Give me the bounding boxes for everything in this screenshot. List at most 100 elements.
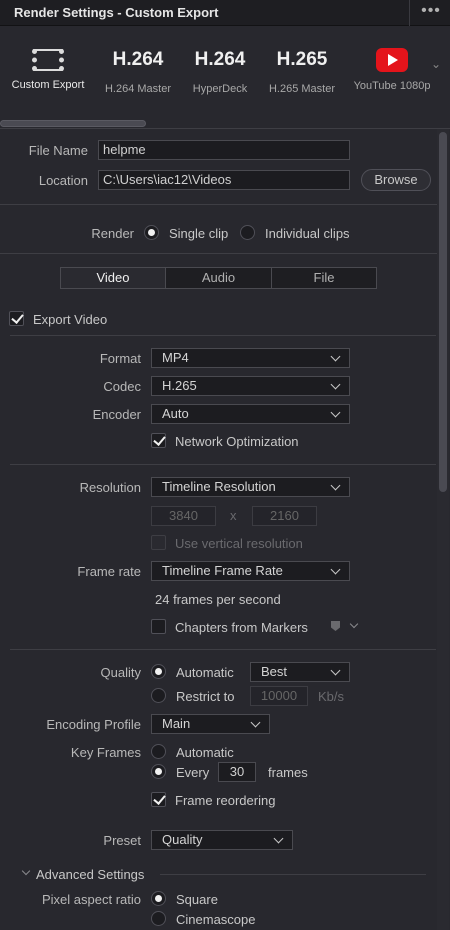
preset-codec-text: H.264 xyxy=(112,49,164,70)
chevron-down-icon xyxy=(330,407,341,418)
quality-restrict-label: Restrict to xyxy=(176,689,235,704)
codec-dropdown[interactable]: H.265 xyxy=(151,376,350,396)
title-divider xyxy=(409,0,410,26)
quality-automatic-radio[interactable] xyxy=(151,664,166,679)
network-optimization-checkbox[interactable] xyxy=(151,433,166,448)
browse-button[interactable]: Browse xyxy=(361,169,431,191)
fps-text: 24 frames per second xyxy=(155,592,281,607)
quality-restrict-radio[interactable] xyxy=(151,688,166,703)
resolution-width-input[interactable]: 3840 xyxy=(151,506,216,526)
par-cinemascope-label: Cinemascope xyxy=(176,912,256,927)
divider xyxy=(160,874,426,875)
window-title: Render Settings - Custom Export xyxy=(14,5,219,20)
export-video-label: Export Video xyxy=(33,312,108,327)
preset-label: H.264 Master xyxy=(104,83,172,95)
divider xyxy=(0,128,450,129)
chevron-down-icon xyxy=(330,351,341,362)
chevron-down-icon[interactable] xyxy=(21,866,31,876)
chapters-label: Chapters from Markers xyxy=(175,620,308,635)
divider xyxy=(10,335,436,336)
format-label: Format xyxy=(99,351,141,366)
tab-file[interactable]: File xyxy=(272,268,376,288)
frame-rate-dropdown[interactable]: Timeline Frame Rate xyxy=(151,561,350,581)
preset-hyperdeck[interactable]: H.264 HyperDeck xyxy=(183,45,257,95)
divider xyxy=(10,649,436,650)
preset-label: Custom Export xyxy=(11,79,85,91)
youtube-icon xyxy=(376,48,408,72)
export-video-checkbox[interactable] xyxy=(9,311,24,326)
tab-audio[interactable]: Audio xyxy=(166,268,271,288)
preset-label: YouTube 1080p xyxy=(353,80,431,92)
advanced-settings-toggle[interactable]: Advanced Settings xyxy=(36,867,144,882)
encoding-profile-label: Encoding Profile xyxy=(46,717,141,732)
divider xyxy=(0,204,437,205)
resolution-height-input[interactable]: 2160 xyxy=(252,506,317,526)
quality-automatic-label: Automatic xyxy=(176,665,234,680)
par-cinemascope-radio[interactable] xyxy=(151,911,166,926)
chevron-down-icon[interactable] xyxy=(349,619,359,629)
preset-scrollbar[interactable] xyxy=(0,120,146,127)
file-name-label: File Name xyxy=(28,143,88,158)
resolution-dropdown[interactable]: Timeline Resolution xyxy=(151,477,350,497)
par-square-radio[interactable] xyxy=(151,891,166,906)
preset-h264-master[interactable]: H.264 H.264 Master xyxy=(100,45,176,95)
single-clip-radio[interactable] xyxy=(144,225,159,240)
preset-h265-master[interactable]: H.265 H.265 Master xyxy=(264,45,340,95)
chevron-down-icon xyxy=(330,564,341,575)
vertical-scrollbar[interactable] xyxy=(439,132,447,492)
chevron-down-icon xyxy=(250,717,261,728)
chevron-down-icon xyxy=(330,665,341,676)
resolution-value: Timeline Resolution xyxy=(162,479,276,494)
bitrate-input[interactable]: 10000 xyxy=(250,686,308,706)
chapters-checkbox[interactable] xyxy=(151,619,166,634)
individual-clips-radio[interactable] xyxy=(240,225,255,240)
preset-dropdown[interactable]: Quality xyxy=(151,830,293,850)
quality-label: Quality xyxy=(100,665,141,680)
file-name-input[interactable]: helpme xyxy=(98,140,350,160)
frame-reordering-label: Frame reordering xyxy=(175,793,276,808)
preset-youtube[interactable]: YouTube 1080p xyxy=(349,45,435,92)
vertical-resolution-label: Use vertical resolution xyxy=(175,536,303,551)
preset-label: H.265 Master xyxy=(268,83,336,95)
encoding-profile-dropdown[interactable]: Main xyxy=(151,714,270,734)
bitrate-unit-label: Kb/s xyxy=(318,689,345,704)
encoder-dropdown[interactable]: Auto xyxy=(151,404,350,424)
pixel-aspect-ratio-label: Pixel aspect ratio xyxy=(42,892,141,907)
preset-codec-text: H.265 xyxy=(276,49,328,70)
key-frames-label: Key Frames xyxy=(70,745,141,760)
codec-label: Codec xyxy=(103,379,141,394)
divider xyxy=(10,464,436,465)
vertical-resolution-checkbox[interactable] xyxy=(151,535,166,550)
resolution-label: Resolution xyxy=(79,480,141,495)
encoding-profile-value: Main xyxy=(162,716,191,731)
ellipsis-icon[interactable]: ••• xyxy=(416,2,446,22)
encoder-label: Encoder xyxy=(92,407,141,422)
par-square-label: Square xyxy=(176,892,218,907)
title-bar: Render Settings - Custom Export ••• xyxy=(0,0,450,26)
settings-tabs: Video Audio File xyxy=(60,267,377,289)
keyframes-automatic-radio[interactable] xyxy=(151,744,166,759)
keyframes-every-input[interactable]: 30 xyxy=(218,762,256,782)
chevron-down-icon xyxy=(273,833,284,844)
format-dropdown[interactable]: MP4 xyxy=(151,348,350,368)
codec-value: H.265 xyxy=(162,378,197,393)
preset-custom-export[interactable]: Custom Export xyxy=(4,45,92,91)
chevron-down-icon[interactable]: ⌄ xyxy=(431,57,441,71)
frame-rate-label: Frame rate xyxy=(77,564,141,579)
quality-level-value: Best xyxy=(261,664,288,679)
keyframes-every-label: Every xyxy=(176,765,210,780)
chevron-down-icon xyxy=(330,379,341,390)
quality-level-dropdown[interactable]: Best xyxy=(250,662,350,682)
keyframes-every-radio[interactable] xyxy=(151,764,166,779)
keyframes-automatic-label: Automatic xyxy=(176,745,234,760)
location-input[interactable]: C:\Users\iac12\Videos xyxy=(98,170,350,190)
frame-reordering-checkbox[interactable] xyxy=(151,792,166,807)
individual-clips-label: Individual clips xyxy=(265,226,350,241)
chevron-down-icon xyxy=(330,480,341,491)
tab-video[interactable]: Video xyxy=(61,268,165,288)
resolution-x-label: x xyxy=(230,508,237,523)
marker-icon[interactable] xyxy=(331,621,340,631)
frame-rate-value: Timeline Frame Rate xyxy=(162,563,283,578)
preset-codec-text: H.264 xyxy=(194,49,246,70)
preset-label: Preset xyxy=(103,833,141,848)
